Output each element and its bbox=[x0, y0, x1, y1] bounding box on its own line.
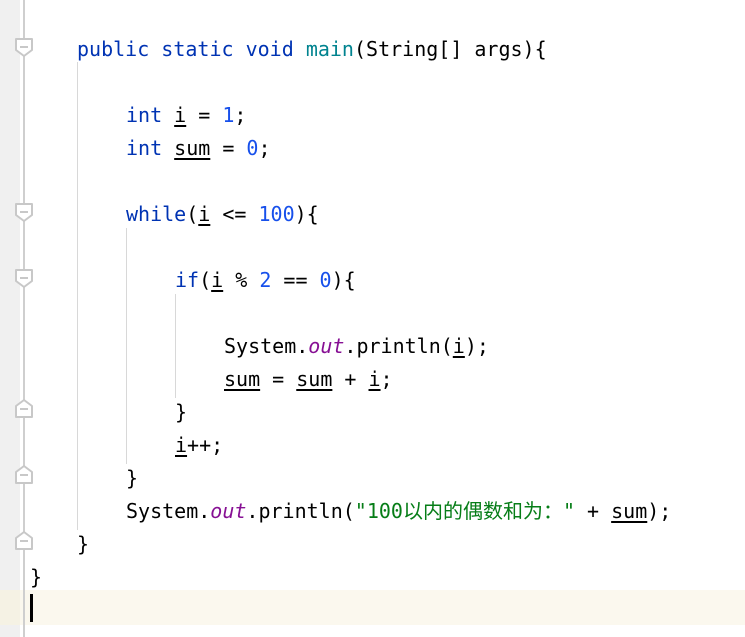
code-token: .println( bbox=[246, 499, 355, 523]
code-token: sum bbox=[611, 499, 648, 523]
code-token: void bbox=[245, 37, 294, 61]
line-println-result[interactable]: System.out.println("100以内的偶数和为：" + sum); bbox=[126, 495, 671, 528]
code-token: sum bbox=[296, 367, 333, 391]
code-token: ; bbox=[234, 103, 247, 127]
code-token: ( bbox=[199, 268, 212, 292]
line-declare-i[interactable]: int i = 1; bbox=[126, 99, 246, 132]
line-sum-accumulate[interactable]: sum = sum + i; bbox=[224, 363, 393, 396]
line-close-method[interactable]: } bbox=[77, 528, 89, 561]
code-token: ++; bbox=[187, 433, 224, 457]
code-token: int bbox=[126, 103, 163, 127]
code-token: i bbox=[368, 367, 381, 391]
code-token: } bbox=[77, 532, 90, 556]
line-close-if[interactable]: } bbox=[175, 396, 187, 429]
code-editor[interactable]: public static void main(String[] args){ i… bbox=[0, 0, 745, 637]
code-token: sum bbox=[174, 136, 211, 160]
code-token: while bbox=[126, 202, 187, 226]
code-token: main bbox=[305, 37, 354, 61]
line-method-signature[interactable]: public static void main(String[] args){ bbox=[77, 33, 547, 66]
code-token: ); bbox=[647, 499, 672, 523]
code-token: sum bbox=[224, 367, 261, 391]
code-token: } bbox=[126, 466, 139, 490]
code-token: ){ bbox=[294, 202, 319, 226]
code-token: System. bbox=[126, 499, 211, 523]
code-token: (String[] args){ bbox=[353, 37, 547, 61]
line-while[interactable]: while(i <= 100){ bbox=[126, 198, 319, 231]
code-token: 0 bbox=[246, 136, 259, 160]
code-token: i bbox=[175, 433, 188, 457]
code-token: } bbox=[175, 400, 188, 424]
code-token: 1 bbox=[222, 103, 235, 127]
code-token: = bbox=[210, 136, 247, 160]
code-token: ; bbox=[258, 136, 271, 160]
code-token: ){ bbox=[331, 268, 356, 292]
code-token: ; bbox=[380, 367, 393, 391]
code-token: 2 bbox=[259, 268, 272, 292]
code-token: .println( bbox=[344, 334, 453, 358]
code-token: = bbox=[186, 103, 223, 127]
line-close-class[interactable]: } bbox=[30, 561, 42, 594]
code-token: + bbox=[575, 499, 612, 523]
code-token: int bbox=[126, 136, 163, 160]
code-token: i bbox=[452, 334, 465, 358]
code-token: out bbox=[308, 334, 345, 358]
code-token: public bbox=[77, 37, 150, 61]
code-token: if bbox=[175, 268, 200, 292]
code-token: ( bbox=[186, 202, 199, 226]
code-token: % bbox=[223, 268, 260, 292]
code-token: i bbox=[174, 103, 187, 127]
code-token: static bbox=[161, 37, 234, 61]
text-caret bbox=[30, 594, 33, 622]
code-token: 100 bbox=[258, 202, 295, 226]
code-token: } bbox=[30, 565, 43, 589]
code-token: System. bbox=[224, 334, 309, 358]
line-increment-i[interactable]: i++; bbox=[175, 429, 223, 462]
code-token: + bbox=[332, 367, 369, 391]
line-declare-sum[interactable]: int sum = 0; bbox=[126, 132, 271, 165]
code-content[interactable]: public static void main(String[] args){ i… bbox=[0, 0, 745, 637]
code-token: i bbox=[211, 268, 224, 292]
line-if[interactable]: if(i % 2 == 0){ bbox=[175, 264, 356, 297]
code-token: ); bbox=[464, 334, 489, 358]
code-token: out bbox=[210, 499, 247, 523]
code-token: i bbox=[198, 202, 211, 226]
code-token: = bbox=[260, 367, 297, 391]
code-token: 0 bbox=[319, 268, 332, 292]
code-token: <= bbox=[210, 202, 259, 226]
code-token: == bbox=[271, 268, 320, 292]
line-close-while[interactable]: } bbox=[126, 462, 138, 495]
line-println-i[interactable]: System.out.println(i); bbox=[224, 330, 489, 363]
code-token: "100以内的偶数和为：" bbox=[354, 499, 576, 523]
